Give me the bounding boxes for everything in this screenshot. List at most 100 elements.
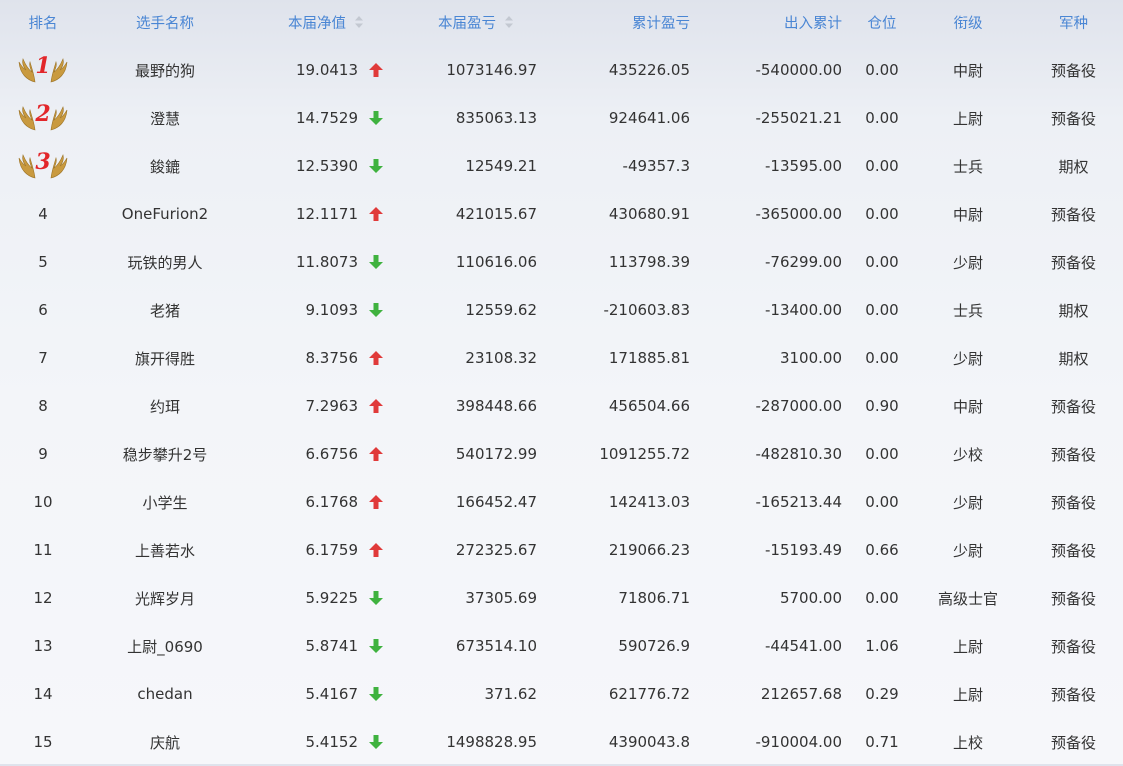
table-row[interactable]: 5 玩铁的男人 11.8073 110616.06 113798.39 -76299.00…: [0, 238, 1123, 286]
column-header-pnl[interactable]: 本届盈亏: [400, 0, 514, 44]
player-name[interactable]: chedan: [86, 670, 244, 718]
cumulative-flow-value: 212657.68: [760, 685, 842, 703]
table-row[interactable]: 10 小学生 6.1768 166452.47 142413.03 -165213.44 0…: [0, 478, 1123, 526]
nav-value: 7.2963: [305, 397, 359, 415]
position-value: 0.00: [865, 253, 899, 271]
player-name[interactable]: 稳步攀升2号: [86, 430, 244, 478]
player-name[interactable]: 上尉_0690: [86, 622, 244, 670]
table-row[interactable]: 4 OneFurion2 12.1171 421015.67 430680.91 -365…: [0, 190, 1123, 238]
cumulative-pnl-value: 219066.23: [608, 541, 690, 559]
rank-cell: 15: [33, 733, 53, 751]
position-value: 0.00: [865, 109, 899, 127]
cumulative-flow-value: -165213.44: [755, 493, 842, 511]
column-header-nav[interactable]: 本届净值: [244, 0, 364, 44]
player-name[interactable]: 小学生: [86, 478, 244, 526]
corps-value: 预备役: [1050, 109, 1096, 128]
arrow-up-icon: [365, 190, 387, 238]
rank-cell: 14: [33, 685, 53, 703]
column-header-position[interactable]: 仓位: [852, 0, 912, 44]
arrow-up-icon: [365, 430, 387, 478]
position-value: 0.00: [865, 301, 899, 319]
arrow-down-icon: [365, 238, 387, 286]
pnl-value: 37305.69: [465, 589, 537, 607]
grade-value: 士兵: [952, 301, 983, 320]
pnl-value: 110616.06: [455, 253, 537, 271]
table-row[interactable]: 1 最野的狗 19.0413 1073146.97 435226.05 -540000.0…: [0, 46, 1123, 94]
position-value: 0.00: [865, 157, 899, 175]
table-row[interactable]: 9 稳步攀升2号 6.6756 540172.99 1091255.72 -482810.…: [0, 430, 1123, 478]
pnl-value: 272325.67: [455, 541, 537, 559]
column-header-name[interactable]: 选手名称: [86, 0, 244, 44]
column-header-cumulative-pnl[interactable]: 累计盈亏: [540, 0, 690, 44]
grade-value: 少校: [952, 445, 983, 464]
table-row[interactable]: 13 上尉_0690 5.8741 673514.10 590726.9 -44541.0…: [0, 622, 1123, 670]
table-row[interactable]: 3 鋑鏕 12.5390 12549.21 -49357.3 -13595.00 0.00 士…: [0, 142, 1123, 190]
grade-value: 中尉: [952, 205, 983, 224]
player-name[interactable]: OneFurion2: [86, 190, 244, 238]
cumulative-flow-value: -287000.00: [755, 397, 842, 415]
nav-value: 5.4167: [305, 685, 359, 703]
pnl-value: 12549.21: [465, 157, 537, 175]
table-row[interactable]: 11 上善若水 6.1759 272325.67 219066.23 -15193.49 0…: [0, 526, 1123, 574]
column-header-corps[interactable]: 军种: [1024, 0, 1123, 44]
nav-value: 11.8073: [295, 253, 358, 271]
rank-cell: 3: [0, 142, 86, 190]
corps-value: 期权: [1058, 157, 1089, 176]
nav-value: 6.6756: [305, 445, 359, 463]
grade-value: 士兵: [952, 157, 983, 176]
player-name[interactable]: 庆航: [86, 718, 244, 766]
corps-value: 预备役: [1050, 589, 1096, 608]
medal-icon: 2: [17, 101, 69, 133]
player-name[interactable]: 玩铁的男人: [86, 238, 244, 286]
sort-icon[interactable]: [354, 15, 364, 29]
leaderboard-table: 排名 选手名称 本届净值 本届盈亏 累计盈亏 出入累计 仓位 衔级 军种 1 最野…: [0, 0, 1123, 764]
table-row[interactable]: 2 澄慧 14.7529 835063.13 924641.06 -255021.21 0.…: [0, 94, 1123, 142]
cumulative-pnl-value: 430680.91: [608, 205, 690, 223]
player-name[interactable]: 光辉岁月: [86, 574, 244, 622]
rank-number: 3: [35, 149, 51, 175]
column-header-cumulative-flow[interactable]: 出入累计: [690, 0, 842, 44]
table-row[interactable]: 12 光辉岁月 5.9225 37305.69 71806.71 5700.00 0.00 高…: [0, 574, 1123, 622]
rank-cell: 7: [38, 349, 48, 367]
player-name[interactable]: 约珥: [86, 382, 244, 430]
nav-value: 5.9225: [305, 589, 359, 607]
rank-cell: 9: [38, 445, 48, 463]
corps-value: 预备役: [1050, 733, 1096, 752]
position-value: 0.00: [865, 205, 899, 223]
nav-value: 6.1759: [305, 541, 359, 559]
arrow-down-icon: [365, 94, 387, 142]
player-name[interactable]: 旗开得胜: [86, 334, 244, 382]
cumulative-flow-value: 5700.00: [779, 589, 842, 607]
player-name[interactable]: 鋑鏕: [86, 142, 244, 190]
cumulative-flow-value: -44541.00: [765, 637, 842, 655]
grade-value: 少尉: [952, 493, 983, 512]
arrow-up-icon: [365, 478, 387, 526]
column-header-grade[interactable]: 衔级: [912, 0, 1024, 44]
table-row[interactable]: 6 老猪 9.1093 12559.62 -210603.83 -13400.00 0.00…: [0, 286, 1123, 334]
player-name[interactable]: 澄慧: [86, 94, 244, 142]
sort-icon[interactable]: [504, 15, 514, 29]
nav-value: 5.8741: [305, 637, 359, 655]
arrow-down-icon: [365, 670, 387, 718]
rank-cell: 12: [33, 589, 53, 607]
cumulative-flow-value: -255021.21: [755, 109, 842, 127]
pnl-value: 673514.10: [455, 637, 537, 655]
pnl-value: 371.62: [484, 685, 538, 703]
position-value: 0.00: [865, 349, 899, 367]
rank-cell: 5: [38, 253, 48, 271]
table-row[interactable]: 7 旗开得胜 8.3756 23108.32 171885.81 3100.00 0.00 少…: [0, 334, 1123, 382]
table-row[interactable]: 15 庆航 5.4152 1498828.95 4390043.8 -910004.00 0…: [0, 718, 1123, 766]
table-row[interactable]: 8 约珥 7.2963 398448.66 456504.66 -287000.00 0.9…: [0, 382, 1123, 430]
medal-icon: 1: [17, 53, 69, 85]
arrow-up-icon: [365, 526, 387, 574]
table-row[interactable]: 14 chedan 5.4167 371.62 621776.72 212657.68 0.…: [0, 670, 1123, 718]
rank-number: 1: [35, 53, 51, 79]
column-header-rank[interactable]: 排名: [0, 0, 86, 44]
grade-value: 中尉: [952, 397, 983, 416]
player-name[interactable]: 老猪: [86, 286, 244, 334]
player-name[interactable]: 最野的狗: [86, 46, 244, 94]
grade-value: 高级士官: [937, 589, 998, 608]
corps-value: 预备役: [1050, 685, 1096, 704]
player-name[interactable]: 上善若水: [86, 526, 244, 574]
cumulative-pnl-value: 4390043.8: [608, 733, 690, 751]
